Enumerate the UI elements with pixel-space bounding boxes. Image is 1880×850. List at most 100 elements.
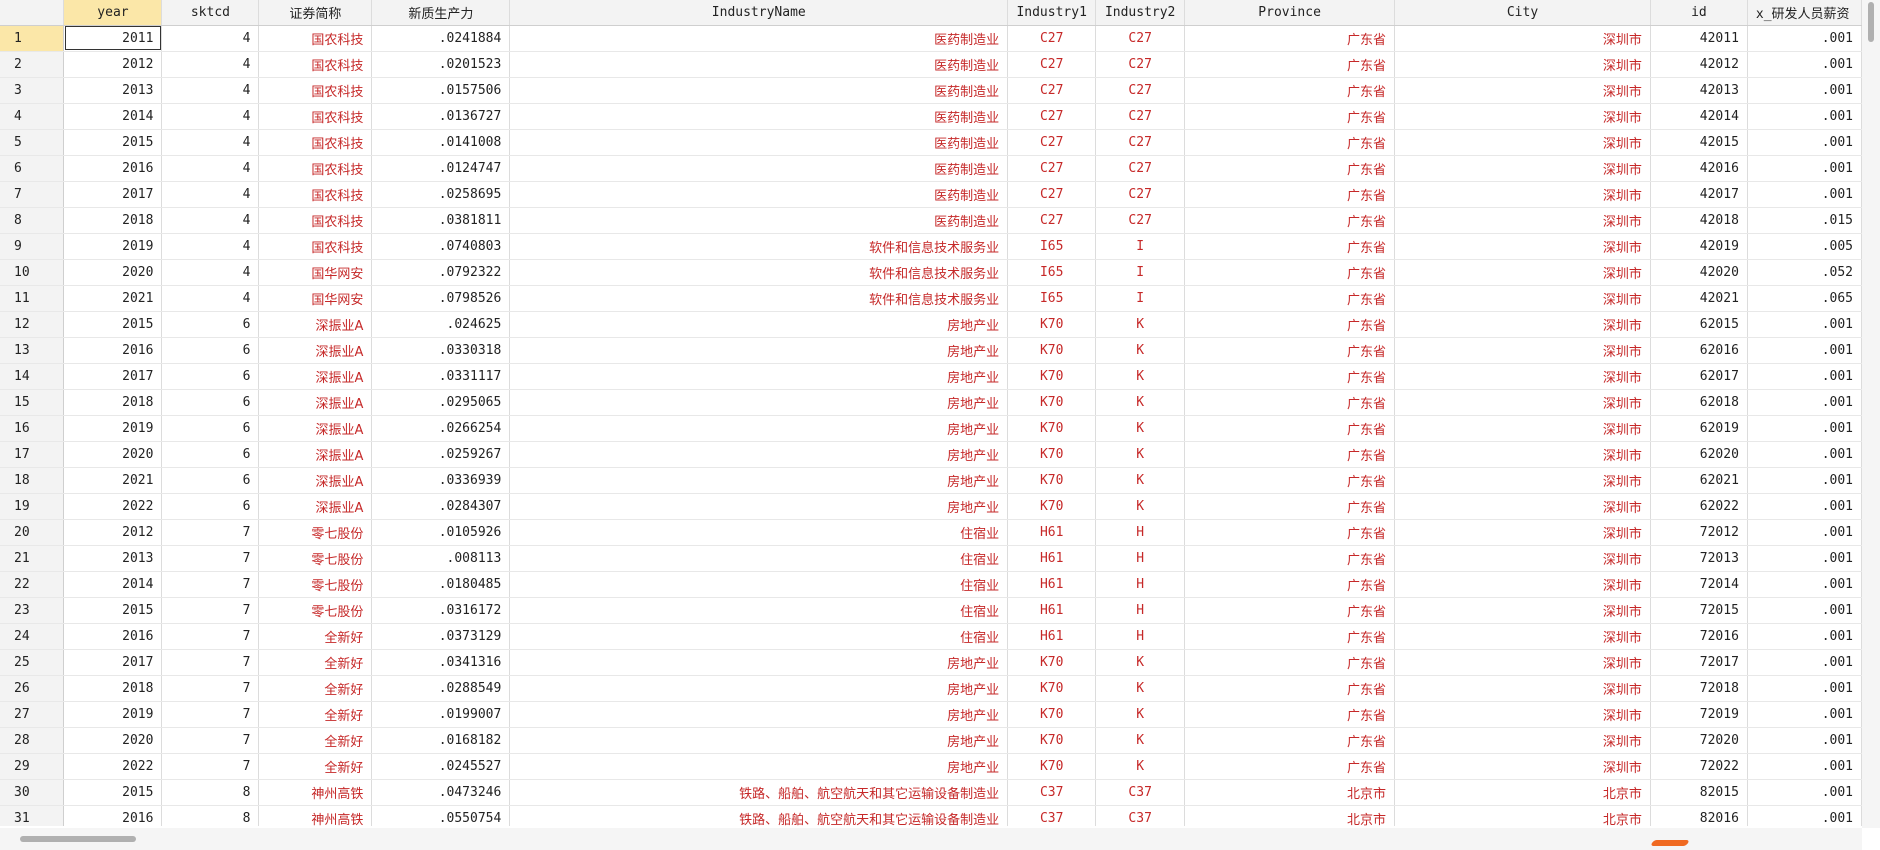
cell-city[interactable]: 深圳市 (1394, 259, 1651, 286)
cell-year[interactable]: 2021 (63, 285, 163, 312)
cell-industry2[interactable]: C27 (1095, 129, 1186, 156)
cell-year[interactable]: 2014 (63, 571, 163, 598)
cell-industry-name[interactable]: 铁路、船舶、航空航天和其它运输设备制造业 (509, 805, 1009, 826)
horizontal-scrollbar[interactable] (0, 828, 1862, 850)
cell-security-name[interactable]: 国华网安 (258, 259, 373, 286)
cell-province[interactable]: 广东省 (1184, 103, 1396, 130)
cell-security-name[interactable]: 零七股份 (258, 519, 373, 546)
cell-security-name[interactable]: 神州高铁 (258, 805, 373, 826)
cell-industry2[interactable]: C27 (1095, 77, 1186, 104)
cell-rd-salary[interactable]: .005 (1747, 233, 1862, 260)
cell-security-name[interactable]: 国农科技 (258, 129, 373, 156)
cell-productivity[interactable]: .0266254 (371, 415, 511, 442)
cell-rd-salary[interactable]: .001 (1747, 727, 1862, 754)
cell-security-name[interactable]: 国农科技 (258, 233, 373, 260)
cell-year[interactable]: 2013 (63, 77, 163, 104)
cell-city[interactable]: 深圳市 (1394, 545, 1651, 572)
cell-industry2[interactable]: C37 (1095, 779, 1186, 806)
cell-rd-salary[interactable]: .065 (1747, 285, 1862, 312)
cell-rd-salary[interactable]: .001 (1747, 649, 1862, 676)
table-row[interactable]: 16 2019 6 深振业A .0266254 房地产业 K70 K 广东省 深圳市 62019.0… (0, 415, 1862, 442)
cell-year[interactable]: 2017 (63, 181, 163, 208)
cell-id[interactable]: 62019 (1650, 415, 1748, 442)
cell-id[interactable]: 72022 (1650, 753, 1748, 780)
cell-rd-salary[interactable]: .001 (1747, 129, 1862, 156)
cell-province[interactable]: 广东省 (1184, 623, 1396, 650)
column-header-industry2[interactable]: Industry2 (1095, 0, 1186, 26)
cell-year[interactable]: 2012 (63, 519, 163, 546)
cell-sktcd[interactable]: 4 (161, 77, 260, 104)
cell-id[interactable]: 42019 (1650, 233, 1748, 260)
cell-security-name[interactable]: 国农科技 (258, 103, 373, 130)
cell-id[interactable]: 42017 (1650, 181, 1748, 208)
cell-id[interactable]: 62016 (1650, 337, 1748, 364)
row-number[interactable]: 18 (0, 467, 65, 494)
row-number[interactable]: 24 (0, 623, 65, 650)
cell-rd-salary[interactable]: .052 (1747, 259, 1862, 286)
cell-industry1[interactable]: I65 (1007, 259, 1097, 286)
cell-id[interactable]: 72019 (1650, 701, 1748, 728)
table-row[interactable]: 5 2015 4 国农科技 .0141008 医药制造业 C27 C27 广东省 深圳市 42015… (0, 129, 1862, 156)
cell-security-name[interactable]: 国华网安 (258, 285, 373, 312)
cell-rd-salary[interactable]: .001 (1747, 623, 1862, 650)
cell-industry-name[interactable]: 医药制造业 (509, 181, 1009, 208)
cell-city[interactable]: 深圳市 (1394, 519, 1651, 546)
cell-security-name[interactable]: 零七股份 (258, 545, 373, 572)
cell-industry-name[interactable]: 医药制造业 (509, 51, 1009, 78)
cell-year[interactable]: 2015 (63, 779, 163, 806)
row-number[interactable]: 3 (0, 77, 65, 104)
cell-city[interactable]: 深圳市 (1394, 753, 1651, 780)
cell-productivity[interactable]: .0136727 (371, 103, 511, 130)
table-row[interactable]: 17 2020 6 深振业A .0259267 房地产业 K70 K 广东省 深圳市 62020.0… (0, 441, 1862, 468)
cell-id[interactable]: 72018 (1650, 675, 1748, 702)
cell-security-name[interactable]: 全新好 (258, 675, 373, 702)
cell-year[interactable]: 2017 (63, 649, 163, 676)
cell-province[interactable]: 广东省 (1184, 649, 1396, 676)
cell-sktcd[interactable]: 7 (161, 649, 260, 676)
cell-industry2[interactable]: K (1095, 363, 1186, 390)
table-row[interactable]: 1 2011 4 国农科技 .0241884 医药制造业 C27 C27 广东省 深圳市 42011… (0, 25, 1862, 52)
row-number[interactable]: 13 (0, 337, 65, 364)
table-row[interactable]: 13 2016 6 深振业A .0330318 房地产业 K70 K 广东省 深圳市 62016.0… (0, 337, 1862, 364)
cell-industry2[interactable]: C27 (1095, 181, 1186, 208)
data-grid[interactable]: year sktcd 证券简称 新质生产力 IndustryName Indus… (0, 0, 1863, 826)
cell-industry2[interactable]: H (1095, 545, 1186, 572)
cell-province[interactable]: 广东省 (1184, 727, 1396, 754)
cell-sktcd[interactable]: 4 (161, 103, 260, 130)
cell-sktcd[interactable]: 4 (161, 25, 260, 52)
cell-province[interactable]: 广东省 (1184, 311, 1396, 338)
cell-industry2[interactable]: C37 (1095, 805, 1186, 826)
cell-sktcd[interactable]: 7 (161, 545, 260, 572)
cell-id[interactable]: 42020 (1650, 259, 1748, 286)
cell-industry-name[interactable]: 房地产业 (509, 467, 1009, 494)
cell-productivity[interactable]: .0168182 (371, 727, 511, 754)
cell-province[interactable]: 广东省 (1184, 285, 1396, 312)
cell-productivity[interactable]: .0258695 (371, 181, 511, 208)
cell-year[interactable]: 2018 (63, 675, 163, 702)
vertical-scroll-thumb[interactable] (1868, 2, 1874, 42)
cell-province[interactable]: 北京市 (1184, 779, 1396, 806)
cell-industry1[interactable]: K70 (1007, 753, 1097, 780)
cell-id[interactable]: 72013 (1650, 545, 1748, 572)
cell-sktcd[interactable]: 6 (161, 337, 260, 364)
cell-security-name[interactable]: 深振业A (258, 415, 373, 442)
cell-year[interactable]: 2020 (63, 441, 163, 468)
cell-city[interactable]: 深圳市 (1394, 467, 1651, 494)
cell-sktcd[interactable]: 4 (161, 233, 260, 260)
cell-city[interactable]: 深圳市 (1394, 597, 1651, 624)
cell-industry1[interactable]: C27 (1007, 129, 1097, 156)
row-number[interactable]: 12 (0, 311, 65, 338)
row-number[interactable]: 28 (0, 727, 65, 754)
cell-year[interactable]: 2018 (63, 207, 163, 234)
column-header-province[interactable]: Province (1184, 0, 1396, 26)
cell-province[interactable]: 广东省 (1184, 753, 1396, 780)
cell-id[interactable]: 72020 (1650, 727, 1748, 754)
cell-id[interactable]: 72014 (1650, 571, 1748, 598)
cell-industry2[interactable]: C27 (1095, 207, 1186, 234)
cell-industry1[interactable]: H61 (1007, 545, 1097, 572)
table-row[interactable]: 28 2020 7 全新好 .0168182 房地产业 K70 K 广东省 深圳市 72020.00… (0, 727, 1862, 754)
cell-security-name[interactable]: 深振业A (258, 389, 373, 416)
row-number[interactable]: 16 (0, 415, 65, 442)
cell-rd-salary[interactable]: .001 (1747, 675, 1862, 702)
cell-rd-salary[interactable]: .001 (1747, 441, 1862, 468)
